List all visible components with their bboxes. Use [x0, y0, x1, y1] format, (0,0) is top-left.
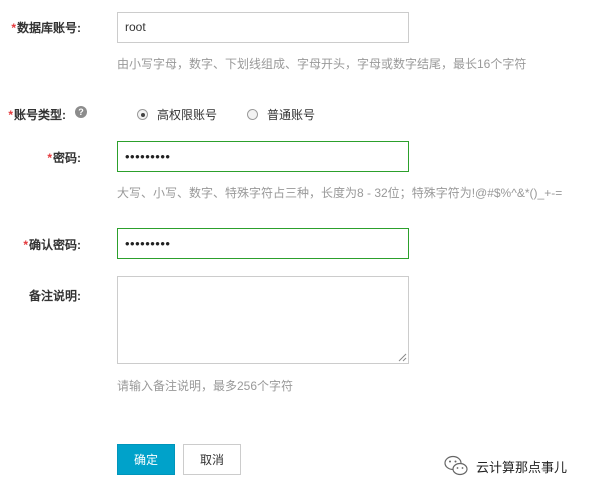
remark-textarea[interactable] [117, 276, 409, 364]
account-type-radio-group: 高权限账号 普通账号 [137, 106, 345, 123]
radio-normal[interactable]: 普通账号 [247, 106, 315, 123]
remark-hint: 请输入备注说明，最多256个字符 [117, 379, 294, 393]
password-input[interactable]: ••••••••• [117, 141, 409, 172]
password-hint: 大写、小写、数字、特殊字符占三种，长度为8 - 32位；特殊字符为!@#$%^&… [117, 186, 563, 200]
watermark: 云计算那点事儿 [444, 455, 567, 477]
radio-high-privilege-label: 高权限账号 [157, 108, 218, 122]
account-type-label: *账号类型: [8, 106, 66, 123]
radio-normal-label: 普通账号 [267, 108, 316, 122]
db-account-value: root [125, 20, 146, 34]
remark-label-text: 备注说明: [29, 289, 81, 303]
db-account-hint: 由小写字母，数字、下划线组成、字母开头，字母或数字结尾，最长16个字符 [117, 57, 527, 71]
resize-grip-icon[interactable] [398, 353, 407, 362]
confirm-button[interactable]: 确定 [117, 444, 175, 475]
help-icon[interactable]: ? [75, 106, 87, 118]
confirm-password-label: *确认密码: [23, 236, 81, 253]
required-mark: * [8, 108, 13, 122]
account-type-label-text: 账号类型: [14, 108, 66, 122]
radio-checked-icon[interactable] [137, 109, 148, 120]
password-label-text: 密码: [53, 151, 81, 165]
radio-unchecked-icon[interactable] [247, 109, 259, 120]
db-account-label-text: 数据库账号: [17, 21, 81, 35]
confirm-password-label-text: 确认密码: [29, 238, 81, 252]
confirm-password-value: ••••••••• [125, 236, 171, 251]
radio-high-privilege[interactable]: 高权限账号 [137, 106, 217, 123]
watermark-text: 云计算那点事儿 [476, 459, 568, 475]
db-account-label: *数据库账号: [11, 19, 81, 36]
db-account-input[interactable]: root [117, 12, 409, 43]
password-value: ••••••••• [125, 149, 171, 164]
remark-label: 备注说明: [29, 287, 81, 304]
required-mark: * [11, 21, 16, 35]
wechat-icon [444, 455, 468, 476]
cancel-button[interactable]: 取消 [183, 444, 241, 475]
required-mark: * [47, 151, 52, 165]
password-label: *密码: [47, 149, 81, 166]
confirm-password-input[interactable]: ••••••••• [117, 228, 409, 259]
required-mark: * [23, 238, 28, 252]
